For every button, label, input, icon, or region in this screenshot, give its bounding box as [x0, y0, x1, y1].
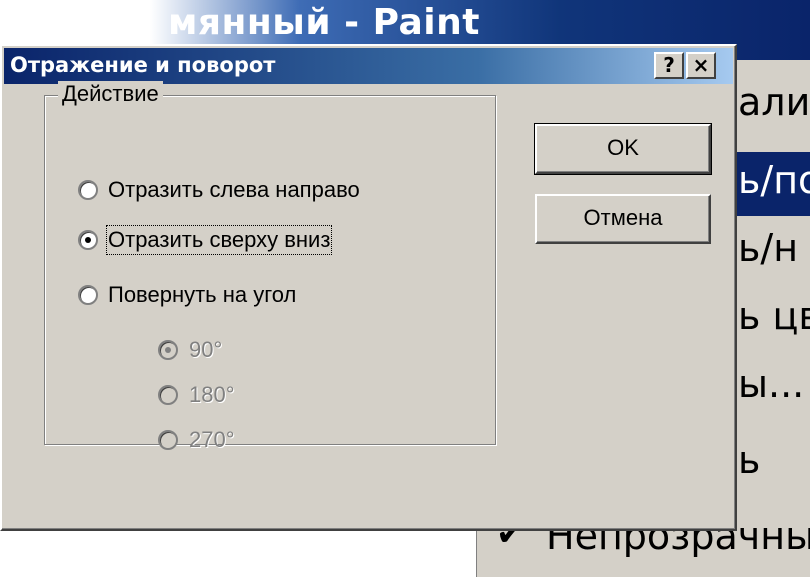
- paint-window-title: мянный - Paint: [168, 2, 480, 43]
- action-group-label: Действие: [58, 81, 163, 107]
- angle-180-label[interactable]: 180°: [189, 382, 235, 408]
- radio-angle-180[interactable]: [158, 385, 178, 405]
- menu-item-label: ы...: [738, 362, 805, 406]
- dialog-title-bar[interactable]: Отражение и поворот ? ×: [4, 48, 733, 84]
- menu-item-label: ь/н: [738, 226, 799, 270]
- radio-flip-vertical[interactable]: [78, 230, 98, 250]
- radio-flip-horizontal[interactable]: [78, 180, 98, 200]
- action-group: [44, 95, 496, 445]
- rotate-label[interactable]: Повернуть на угол: [108, 282, 296, 308]
- flip-horizontal-label[interactable]: Отразить слева направо: [108, 177, 360, 203]
- radio-angle-270[interactable]: [158, 430, 178, 450]
- menu-item-label: ь/по: [738, 158, 810, 202]
- radio-angle-90[interactable]: [158, 340, 178, 360]
- flip-vertical-label[interactable]: Отразить сверху вниз: [105, 225, 333, 255]
- angle-270-label[interactable]: 270°: [189, 427, 235, 453]
- menu-item-label: ь: [738, 438, 761, 482]
- radio-rotate[interactable]: [78, 285, 98, 305]
- dialog-title: Отражение и поворот: [10, 53, 276, 77]
- help-button[interactable]: ?: [654, 52, 684, 79]
- menu-item-label: али: [738, 80, 810, 124]
- ok-button[interactable]: OK: [534, 123, 712, 175]
- close-button[interactable]: ×: [686, 52, 716, 79]
- angle-90-label[interactable]: 90°: [189, 337, 222, 363]
- cancel-button[interactable]: Отмена: [535, 194, 711, 244]
- menu-item-label: ь цв: [738, 294, 810, 338]
